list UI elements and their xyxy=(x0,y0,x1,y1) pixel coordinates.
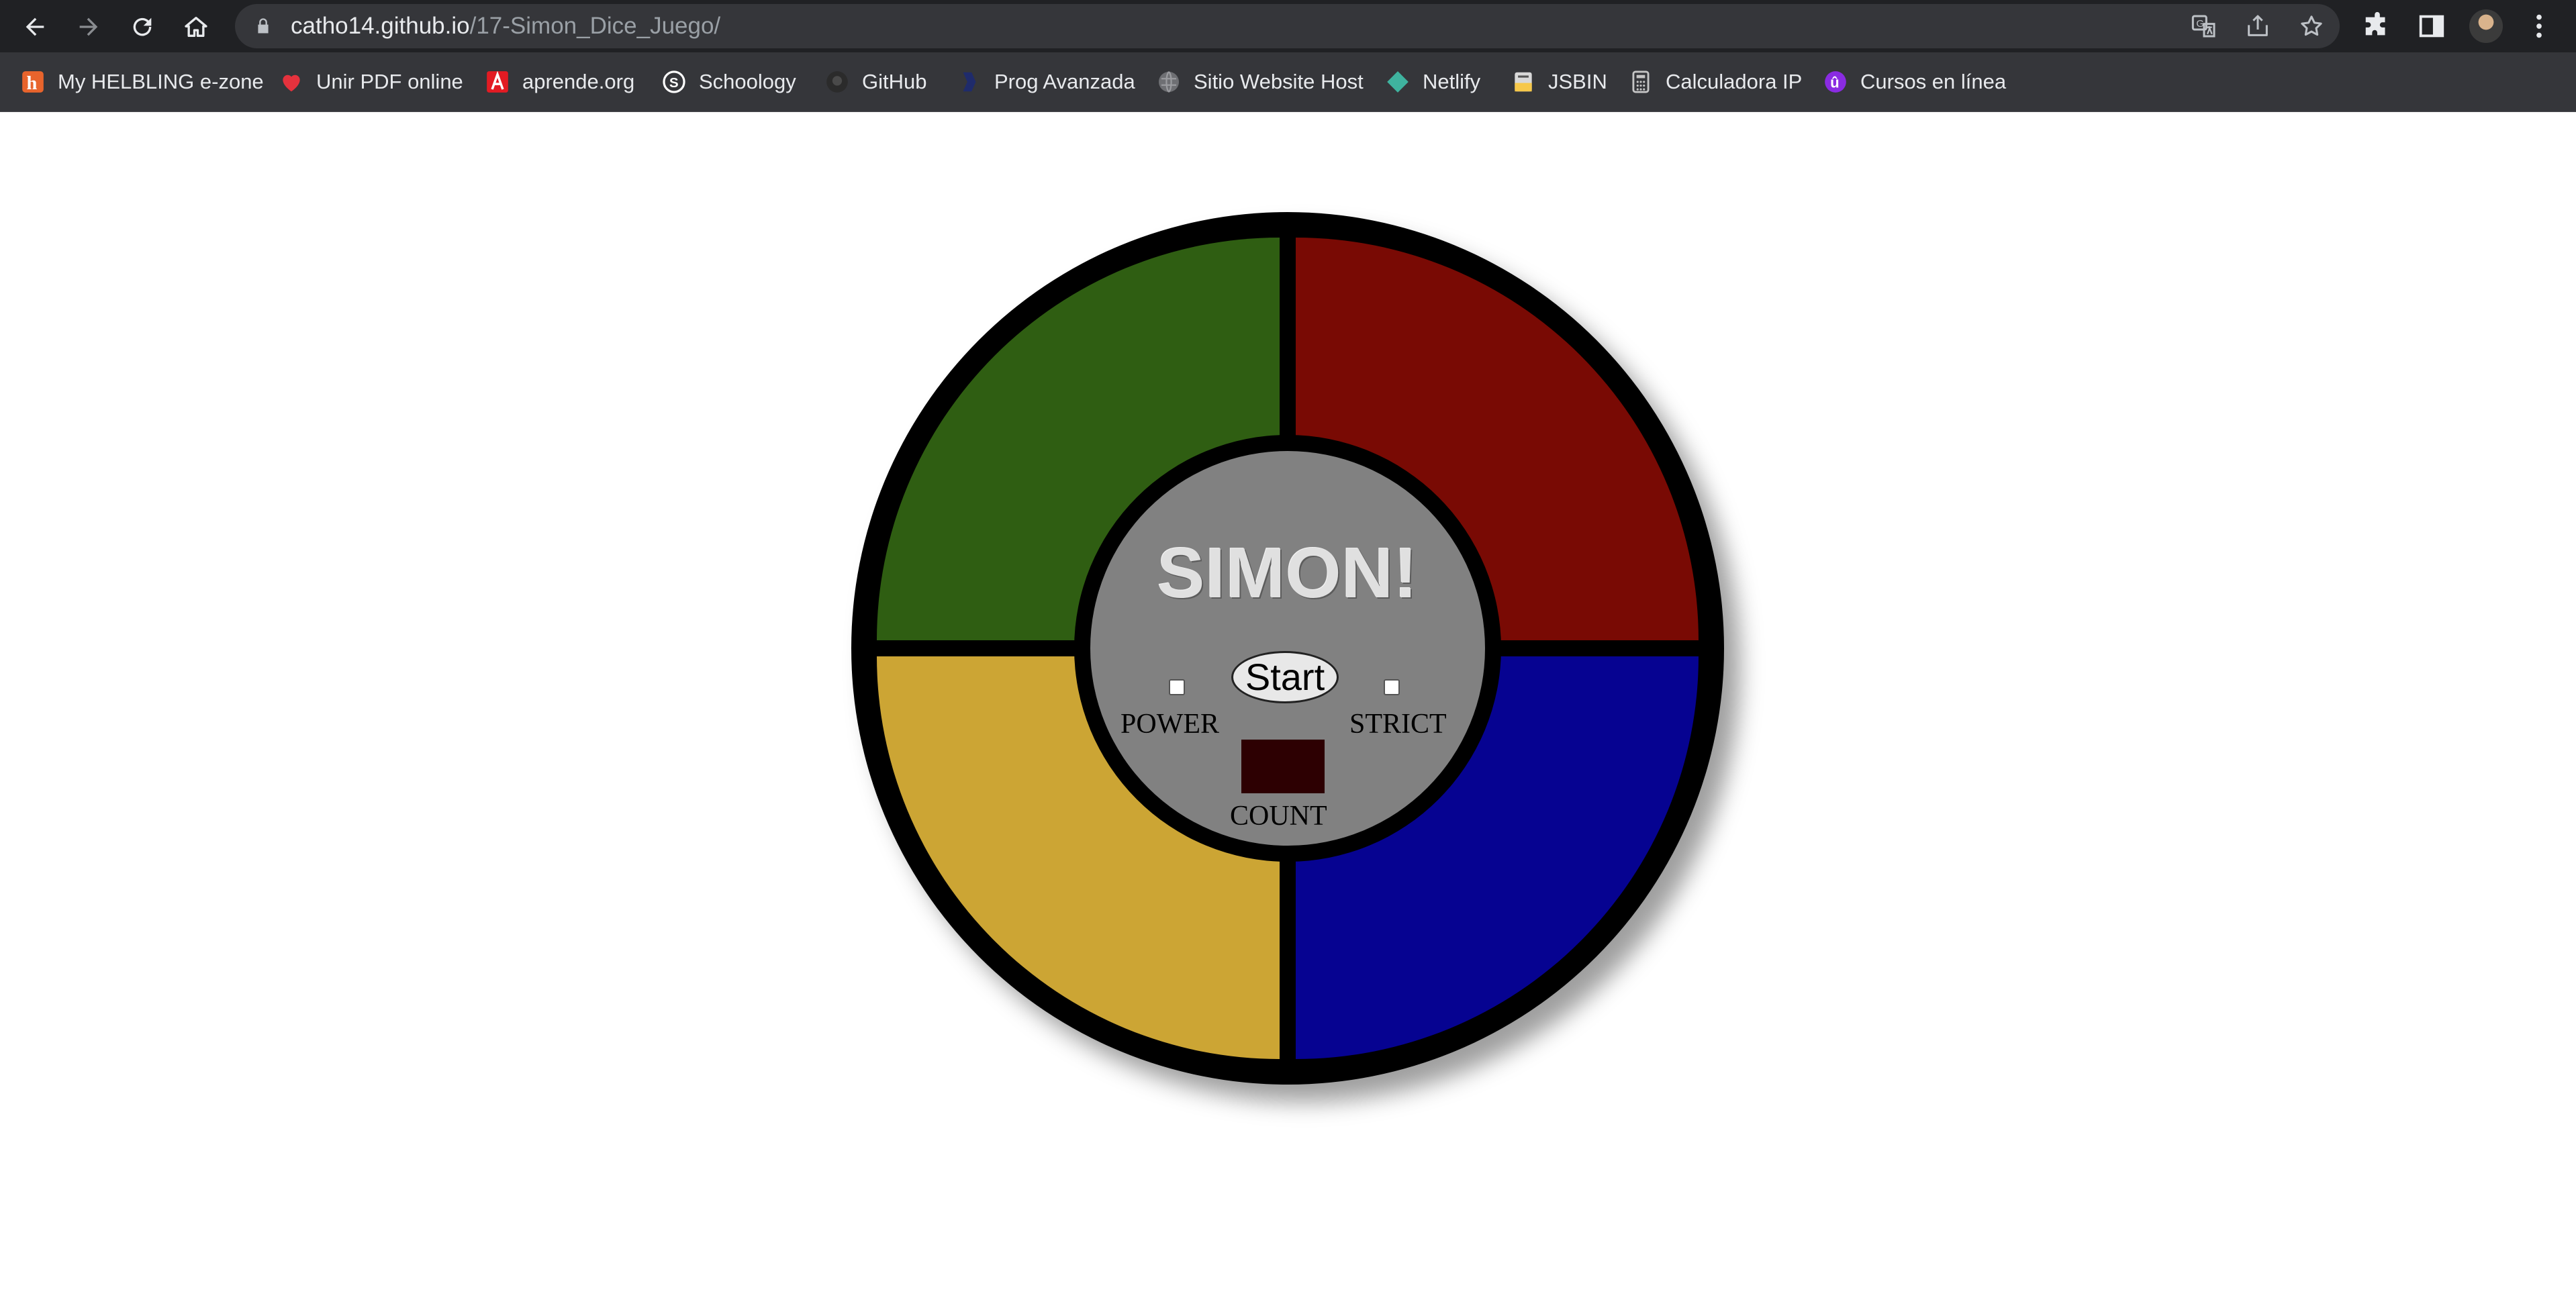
home-button[interactable] xyxy=(177,8,215,46)
bookmark-label: Sitio Website Host xyxy=(1194,70,1364,93)
bookmark-label: Cursos en línea xyxy=(1860,70,2007,93)
bookmark-label: Calculadora IP xyxy=(1666,70,1803,93)
bookmark-prog-avanzada[interactable]: Prog Avanzada xyxy=(957,52,1135,111)
power-label: POWER xyxy=(1120,709,1219,740)
strict-label: STRICT xyxy=(1349,709,1447,740)
control-panel: SIMON! Start POWER STRICT COUNT xyxy=(1090,451,1485,846)
back-button[interactable] xyxy=(16,8,54,46)
url-path: /17-Simon_Dice_Juego/ xyxy=(469,13,721,39)
schoology-icon: S xyxy=(661,69,687,95)
bookmark-star-icon[interactable] xyxy=(2298,13,2325,40)
bookmark-sitio-website-host[interactable]: Sitio Website Host xyxy=(1156,52,1364,111)
netlify-icon xyxy=(1385,69,1411,95)
bookmark-label: Prog Avanzada xyxy=(994,70,1135,93)
count-display xyxy=(1241,740,1325,793)
reload-icon xyxy=(133,17,152,36)
bookmark-label: Unir PDF online xyxy=(316,70,463,93)
browser-toolbar: catho14.github.io/17-Simon_Dice_Juego/ G xyxy=(0,0,2576,52)
menu-kebab-icon[interactable] xyxy=(2524,11,2555,42)
url-host: catho14.github.io xyxy=(291,13,470,39)
github-icon xyxy=(824,69,850,95)
bookmarks-bar: h My HELBLING e-zone Unir PDF online apr… xyxy=(0,52,2576,112)
bookmark-label: aprende.org xyxy=(522,70,635,93)
bookmark-schoology[interactable]: S Schoology xyxy=(661,52,796,111)
profile-avatar[interactable] xyxy=(2469,9,2503,43)
url-text[interactable]: catho14.github.io/17-Simon_Dice_Juego/ xyxy=(291,4,720,48)
svg-text:S: S xyxy=(669,75,679,91)
bookmark-unir-pdf[interactable]: Unir PDF online xyxy=(279,52,463,111)
bookmark-helbling[interactable]: h My HELBLING e-zone xyxy=(20,52,264,111)
start-button[interactable]: Start xyxy=(1231,651,1339,703)
bookmark-label: Netlify xyxy=(1423,70,1481,93)
cursos-icon: û xyxy=(1823,69,1848,95)
bookmark-netlify[interactable]: Netlify xyxy=(1385,52,1480,111)
simon-board: SIMON! Start POWER STRICT COUNT xyxy=(851,212,1724,1085)
translate-icon[interactable]: G xyxy=(2191,13,2217,40)
reload-button[interactable] xyxy=(124,8,161,46)
globe-icon xyxy=(1156,69,1182,95)
svg-text:û: û xyxy=(1830,74,1840,91)
helbling-icon: h xyxy=(20,69,46,95)
bookmark-cursos-en-linea[interactable]: û Cursos en línea xyxy=(1823,52,2006,111)
bookmark-aprende[interactable]: aprende.org xyxy=(485,52,634,111)
bookmark-label: GitHub xyxy=(862,70,927,93)
address-bar[interactable]: catho14.github.io/17-Simon_Dice_Juego/ G xyxy=(235,4,2340,48)
bookmark-calculadora-ip[interactable]: Calculadora IP xyxy=(1628,52,1802,111)
share-icon[interactable] xyxy=(2244,13,2271,40)
game-title: SIMON! xyxy=(1157,534,1419,613)
forward-button[interactable] xyxy=(70,8,107,46)
bookmark-label: My HELBLING e-zone xyxy=(58,70,264,93)
strict-checkbox[interactable] xyxy=(1384,679,1400,695)
heart-icon xyxy=(279,69,304,95)
calculator-icon xyxy=(1628,69,1654,95)
arrow-left-icon xyxy=(26,17,44,36)
extensions-icon[interactable] xyxy=(2362,11,2393,42)
power-checkbox[interactable] xyxy=(1169,679,1185,695)
arrow-right-icon xyxy=(79,17,98,36)
lock-icon xyxy=(258,18,269,34)
svg-text:h: h xyxy=(27,73,38,94)
bookmark-label: JSBIN xyxy=(1548,70,1607,93)
home-icon xyxy=(185,17,207,37)
aprende-icon xyxy=(485,69,510,95)
prog-icon xyxy=(957,69,982,95)
count-label: COUNT xyxy=(1230,801,1327,832)
bookmark-jsbin[interactable]: JSBIN xyxy=(1511,52,1607,111)
side-panel-icon[interactable] xyxy=(2416,11,2447,42)
jsbin-icon xyxy=(1511,69,1536,95)
control-panel-ring: SIMON! Start POWER STRICT COUNT xyxy=(1074,435,1501,862)
bookmark-github[interactable]: GitHub xyxy=(824,52,926,111)
bookmark-label: Schoology xyxy=(699,70,796,93)
svg-text:G: G xyxy=(2196,18,2204,30)
